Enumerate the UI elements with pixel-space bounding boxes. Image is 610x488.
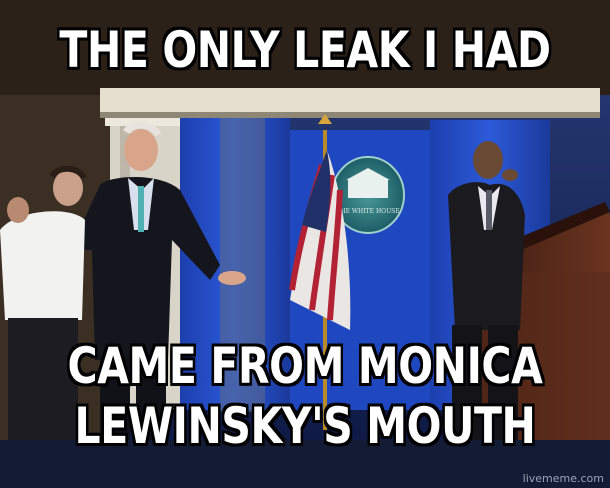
bottom-caption-line-1: CAME FROM MONICA: [67, 337, 543, 395]
bottom-caption: CAME FROM MONICA LEWINSKY'S MOUTH: [55, 336, 555, 456]
bottom-caption-line-2: LEWINSKY'S MOUTH: [74, 397, 536, 455]
meme-image: THE WHITE HOUSE THE ONLY LEAK I HAD CAME…: [0, 0, 610, 488]
watermark: livememe.com: [522, 472, 604, 485]
seal-text: THE WHITE HOUSE: [336, 208, 399, 215]
top-caption: THE ONLY LEAK I HAD: [59, 21, 551, 79]
